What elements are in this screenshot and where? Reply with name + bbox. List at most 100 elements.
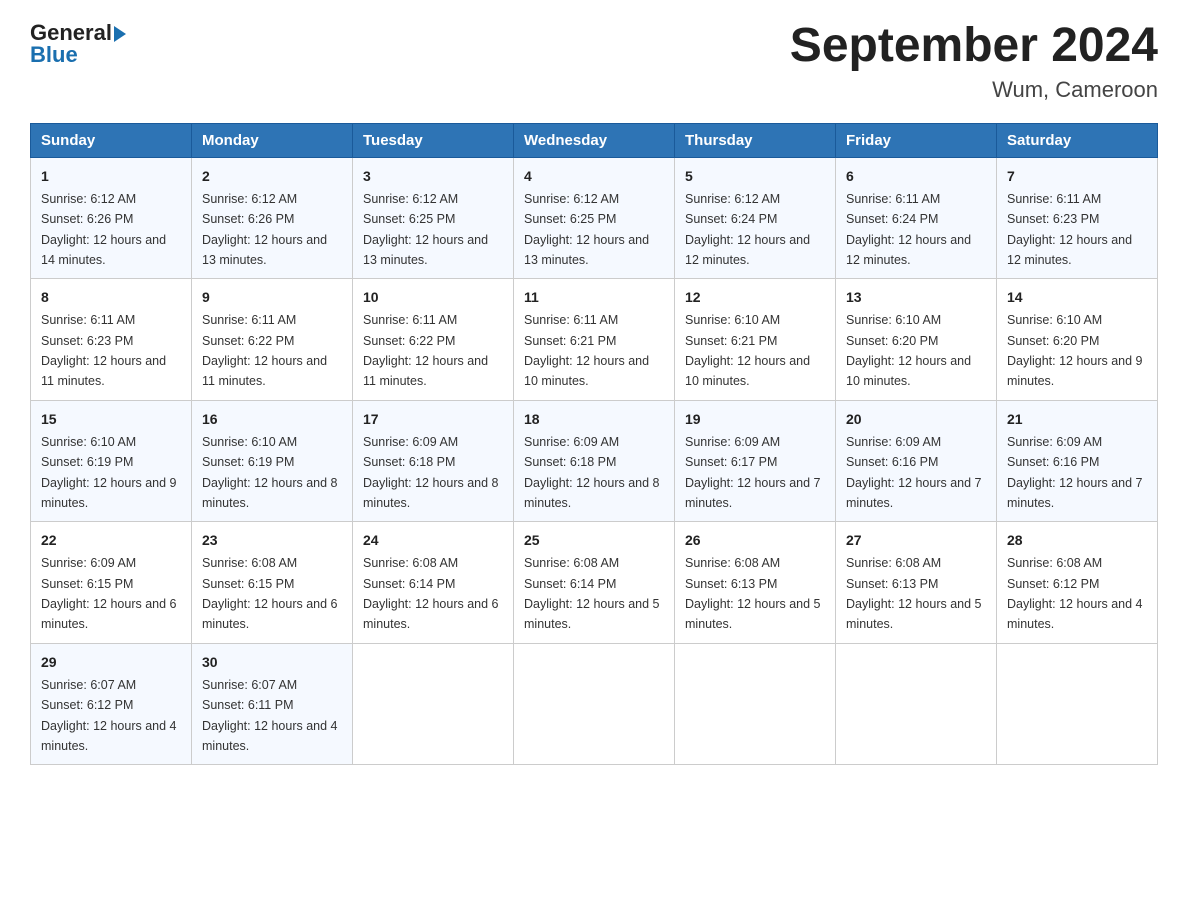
page-header: General Blue September 2024 Wum, Cameroo… [30, 20, 1158, 103]
logo-text-blue: Blue [30, 42, 78, 67]
page-title: September 2024 [790, 20, 1158, 73]
calendar-day-cell [997, 643, 1158, 765]
weekday-header: Tuesday [353, 123, 514, 157]
calendar-week-row: 8 Sunrise: 6:11 AMSunset: 6:23 PMDayligh… [31, 279, 1158, 401]
day-info: Sunrise: 6:11 AMSunset: 6:23 PMDaylight:… [41, 313, 166, 388]
day-info: Sunrise: 6:12 AMSunset: 6:26 PMDaylight:… [41, 192, 166, 267]
day-number: 30 [202, 652, 342, 673]
day-info: Sunrise: 6:09 AMSunset: 6:15 PMDaylight:… [41, 556, 177, 631]
day-number: 23 [202, 530, 342, 551]
calendar-day-cell: 16 Sunrise: 6:10 AMSunset: 6:19 PMDaylig… [192, 400, 353, 522]
calendar-day-cell: 13 Sunrise: 6:10 AMSunset: 6:20 PMDaylig… [836, 279, 997, 401]
calendar-day-cell: 21 Sunrise: 6:09 AMSunset: 6:16 PMDaylig… [997, 400, 1158, 522]
day-number: 6 [846, 166, 986, 187]
calendar-day-cell: 1 Sunrise: 6:12 AMSunset: 6:26 PMDayligh… [31, 157, 192, 279]
calendar-day-cell: 23 Sunrise: 6:08 AMSunset: 6:15 PMDaylig… [192, 522, 353, 644]
calendar-day-cell: 27 Sunrise: 6:08 AMSunset: 6:13 PMDaylig… [836, 522, 997, 644]
day-info: Sunrise: 6:11 AMSunset: 6:24 PMDaylight:… [846, 192, 971, 267]
calendar-day-cell: 20 Sunrise: 6:09 AMSunset: 6:16 PMDaylig… [836, 400, 997, 522]
calendar-day-cell [514, 643, 675, 765]
day-info: Sunrise: 6:07 AMSunset: 6:12 PMDaylight:… [41, 678, 177, 753]
day-info: Sunrise: 6:08 AMSunset: 6:13 PMDaylight:… [685, 556, 821, 631]
calendar-day-cell: 7 Sunrise: 6:11 AMSunset: 6:23 PMDayligh… [997, 157, 1158, 279]
calendar-day-cell: 6 Sunrise: 6:11 AMSunset: 6:24 PMDayligh… [836, 157, 997, 279]
calendar-day-cell: 30 Sunrise: 6:07 AMSunset: 6:11 PMDaylig… [192, 643, 353, 765]
day-info: Sunrise: 6:09 AMSunset: 6:16 PMDaylight:… [846, 435, 982, 510]
calendar-day-cell: 22 Sunrise: 6:09 AMSunset: 6:15 PMDaylig… [31, 522, 192, 644]
day-number: 22 [41, 530, 181, 551]
calendar-day-cell: 4 Sunrise: 6:12 AMSunset: 6:25 PMDayligh… [514, 157, 675, 279]
calendar-day-cell: 28 Sunrise: 6:08 AMSunset: 6:12 PMDaylig… [997, 522, 1158, 644]
day-number: 18 [524, 409, 664, 430]
calendar-day-cell: 29 Sunrise: 6:07 AMSunset: 6:12 PMDaylig… [31, 643, 192, 765]
day-info: Sunrise: 6:10 AMSunset: 6:20 PMDaylight:… [1007, 313, 1143, 388]
calendar-day-cell: 5 Sunrise: 6:12 AMSunset: 6:24 PMDayligh… [675, 157, 836, 279]
calendar-day-cell: 17 Sunrise: 6:09 AMSunset: 6:18 PMDaylig… [353, 400, 514, 522]
day-info: Sunrise: 6:11 AMSunset: 6:23 PMDaylight:… [1007, 192, 1132, 267]
day-info: Sunrise: 6:12 AMSunset: 6:25 PMDaylight:… [363, 192, 488, 267]
weekday-header: Thursday [675, 123, 836, 157]
day-number: 11 [524, 287, 664, 308]
day-info: Sunrise: 6:11 AMSunset: 6:21 PMDaylight:… [524, 313, 649, 388]
calendar-day-cell: 9 Sunrise: 6:11 AMSunset: 6:22 PMDayligh… [192, 279, 353, 401]
weekday-header-row: SundayMondayTuesdayWednesdayThursdayFrid… [31, 123, 1158, 157]
day-info: Sunrise: 6:11 AMSunset: 6:22 PMDaylight:… [363, 313, 488, 388]
day-info: Sunrise: 6:10 AMSunset: 6:20 PMDaylight:… [846, 313, 971, 388]
day-number: 27 [846, 530, 986, 551]
day-info: Sunrise: 6:09 AMSunset: 6:17 PMDaylight:… [685, 435, 821, 510]
calendar-day-cell: 25 Sunrise: 6:08 AMSunset: 6:14 PMDaylig… [514, 522, 675, 644]
day-number: 24 [363, 530, 503, 551]
calendar-day-cell [353, 643, 514, 765]
calendar-day-cell: 11 Sunrise: 6:11 AMSunset: 6:21 PMDaylig… [514, 279, 675, 401]
day-number: 28 [1007, 530, 1147, 551]
day-info: Sunrise: 6:10 AMSunset: 6:21 PMDaylight:… [685, 313, 810, 388]
day-number: 7 [1007, 166, 1147, 187]
day-info: Sunrise: 6:12 AMSunset: 6:24 PMDaylight:… [685, 192, 810, 267]
day-number: 8 [41, 287, 181, 308]
day-number: 16 [202, 409, 342, 430]
weekday-header: Friday [836, 123, 997, 157]
weekday-header: Saturday [997, 123, 1158, 157]
day-number: 10 [363, 287, 503, 308]
day-info: Sunrise: 6:08 AMSunset: 6:15 PMDaylight:… [202, 556, 338, 631]
day-number: 4 [524, 166, 664, 187]
day-info: Sunrise: 6:09 AMSunset: 6:16 PMDaylight:… [1007, 435, 1143, 510]
weekday-header: Wednesday [514, 123, 675, 157]
calendar-day-cell: 3 Sunrise: 6:12 AMSunset: 6:25 PMDayligh… [353, 157, 514, 279]
calendar-week-row: 29 Sunrise: 6:07 AMSunset: 6:12 PMDaylig… [31, 643, 1158, 765]
day-number: 3 [363, 166, 503, 187]
page-subtitle: Wum, Cameroon [790, 77, 1158, 103]
calendar-day-cell: 26 Sunrise: 6:08 AMSunset: 6:13 PMDaylig… [675, 522, 836, 644]
day-number: 12 [685, 287, 825, 308]
day-number: 29 [41, 652, 181, 673]
calendar-day-cell: 8 Sunrise: 6:11 AMSunset: 6:23 PMDayligh… [31, 279, 192, 401]
day-number: 13 [846, 287, 986, 308]
weekday-header: Monday [192, 123, 353, 157]
day-info: Sunrise: 6:10 AMSunset: 6:19 PMDaylight:… [202, 435, 338, 510]
day-info: Sunrise: 6:08 AMSunset: 6:14 PMDaylight:… [524, 556, 660, 631]
day-number: 15 [41, 409, 181, 430]
calendar-table: SundayMondayTuesdayWednesdayThursdayFrid… [30, 123, 1158, 766]
title-block: September 2024 Wum, Cameroon [790, 20, 1158, 103]
day-number: 21 [1007, 409, 1147, 430]
calendar-day-cell: 18 Sunrise: 6:09 AMSunset: 6:18 PMDaylig… [514, 400, 675, 522]
calendar-day-cell: 10 Sunrise: 6:11 AMSunset: 6:22 PMDaylig… [353, 279, 514, 401]
calendar-week-row: 1 Sunrise: 6:12 AMSunset: 6:26 PMDayligh… [31, 157, 1158, 279]
day-number: 25 [524, 530, 664, 551]
calendar-day-cell: 15 Sunrise: 6:10 AMSunset: 6:19 PMDaylig… [31, 400, 192, 522]
calendar-day-cell: 12 Sunrise: 6:10 AMSunset: 6:21 PMDaylig… [675, 279, 836, 401]
day-info: Sunrise: 6:09 AMSunset: 6:18 PMDaylight:… [363, 435, 499, 510]
logo-block: General Blue [30, 20, 126, 68]
day-info: Sunrise: 6:12 AMSunset: 6:25 PMDaylight:… [524, 192, 649, 267]
day-info: Sunrise: 6:12 AMSunset: 6:26 PMDaylight:… [202, 192, 327, 267]
day-number: 19 [685, 409, 825, 430]
day-number: 14 [1007, 287, 1147, 308]
calendar-day-cell: 19 Sunrise: 6:09 AMSunset: 6:17 PMDaylig… [675, 400, 836, 522]
calendar-week-row: 22 Sunrise: 6:09 AMSunset: 6:15 PMDaylig… [31, 522, 1158, 644]
day-info: Sunrise: 6:08 AMSunset: 6:14 PMDaylight:… [363, 556, 499, 631]
day-info: Sunrise: 6:09 AMSunset: 6:18 PMDaylight:… [524, 435, 660, 510]
day-number: 26 [685, 530, 825, 551]
calendar-day-cell [675, 643, 836, 765]
day-number: 20 [846, 409, 986, 430]
day-info: Sunrise: 6:08 AMSunset: 6:13 PMDaylight:… [846, 556, 982, 631]
